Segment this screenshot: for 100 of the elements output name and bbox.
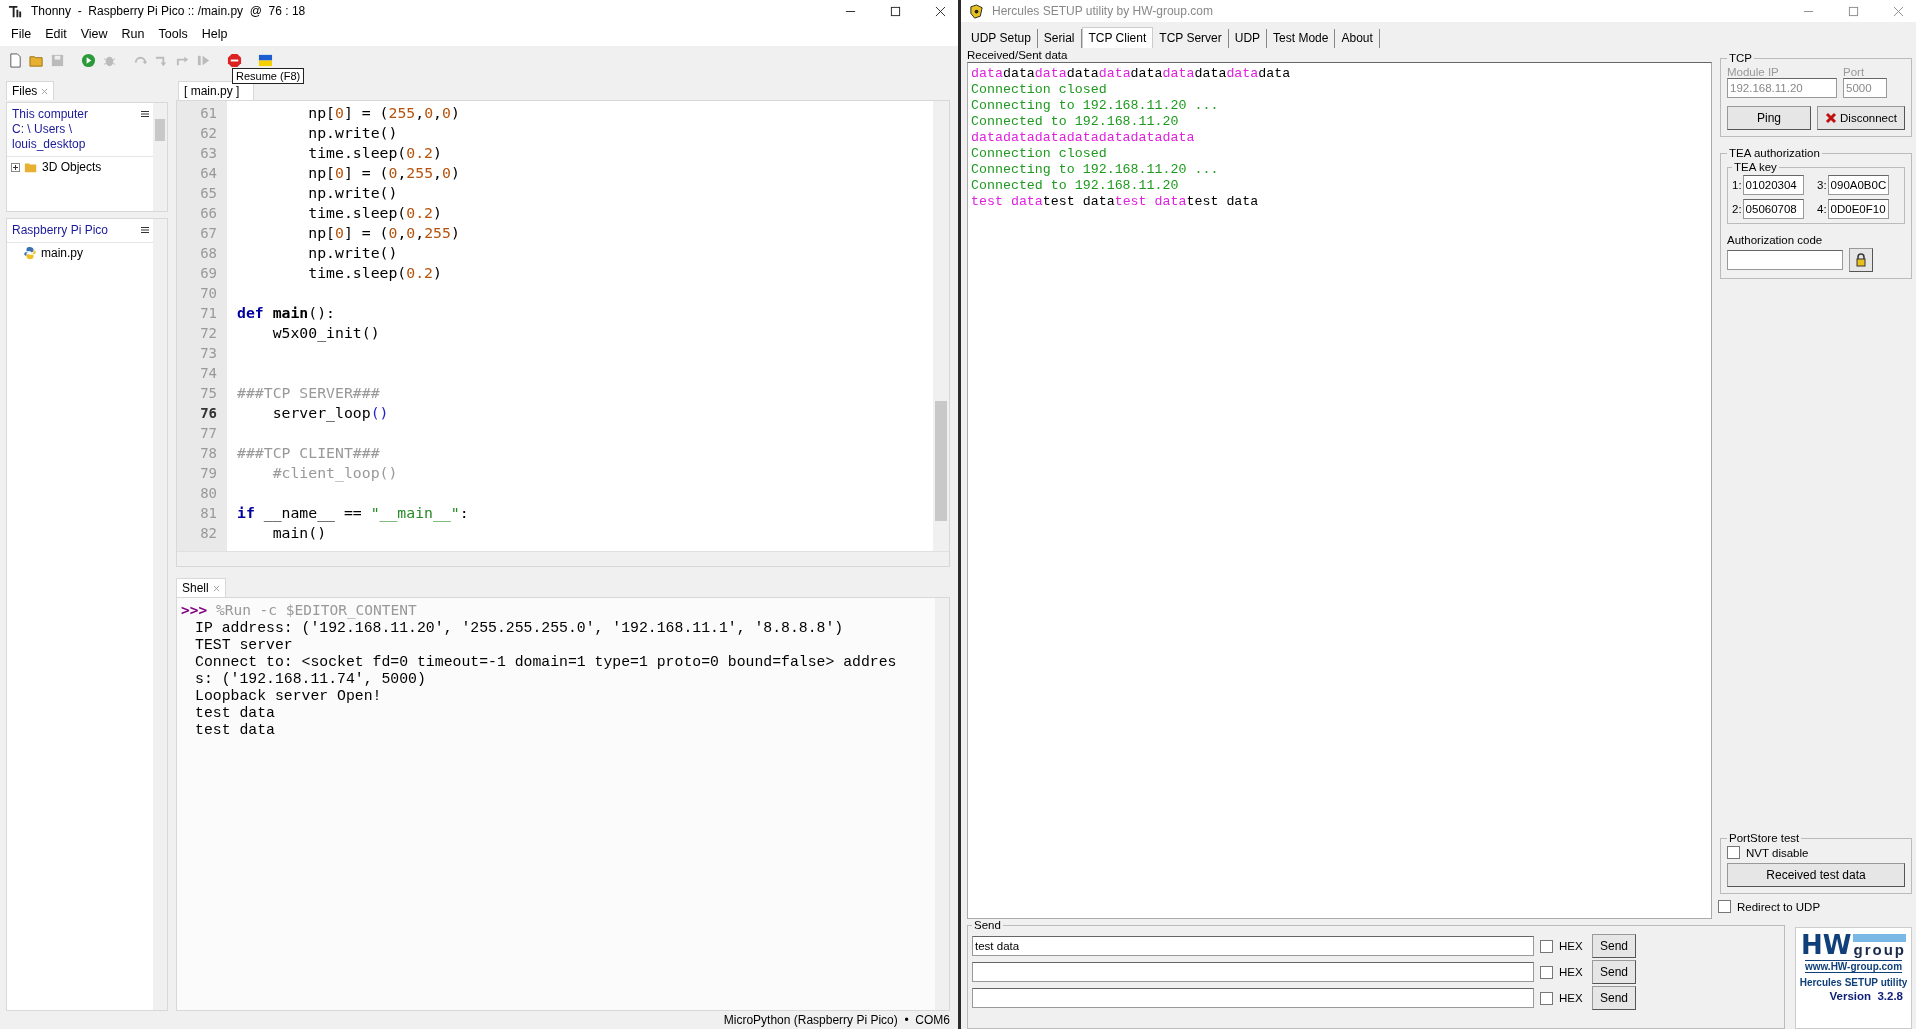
path-text[interactable]: louis_desktop <box>12 137 141 152</box>
flag-icon[interactable] <box>258 52 273 68</box>
shell-command: %Run -c $EDITOR_CONTENT <box>215 602 417 618</box>
menu-item[interactable]: File <box>4 27 39 41</box>
menu-item[interactable]: Tools <box>151 27 195 41</box>
code-line: #client_loop() <box>271 463 399 483</box>
shell-output: TEST server <box>194 637 294 654</box>
menu-item[interactable]: View <box>73 27 115 41</box>
stop-icon[interactable] <box>227 52 242 68</box>
scrollbar[interactable] <box>153 103 167 211</box>
key-field[interactable]: 0D0E0F10 <box>1827 199 1889 219</box>
key-index: 4: <box>1817 203 1827 215</box>
line-number: 78 <box>200 444 217 463</box>
log-line: test datatest datatest datatest data <box>971 194 1260 210</box>
tab[interactable]: TCP Client <box>1081 27 1154 48</box>
logo-text: group <box>1853 934 1906 958</box>
send-field[interactable] <box>972 962 1534 982</box>
code-line: ###TCP SERVER### <box>237 383 381 403</box>
run-icon[interactable] <box>81 52 96 68</box>
key-index: 3: <box>1817 179 1827 191</box>
group-legend: TEA key <box>1732 161 1779 173</box>
line-number: 73 <box>200 344 217 363</box>
line-number: 62 <box>200 124 217 143</box>
tab[interactable]: Test Mode <box>1267 29 1336 48</box>
field-label: Port <box>1843 66 1866 78</box>
menu-item[interactable]: Edit <box>38 27 74 41</box>
scrollbar[interactable] <box>933 101 949 551</box>
checkbox[interactable] <box>1540 965 1553 979</box>
logo-text: HW <box>1801 932 1852 958</box>
line-number: 65 <box>200 184 217 203</box>
checkbox[interactable] <box>1540 939 1553 953</box>
app-icon <box>8 3 23 19</box>
scrollbar-thumb[interactable] <box>155 119 165 141</box>
tab[interactable]: About <box>1335 29 1380 48</box>
key-field[interactable]: 05060708 <box>1742 199 1804 219</box>
checkbox[interactable] <box>1718 900 1731 913</box>
send-button[interactable]: Send <box>1592 960 1636 984</box>
new-file-icon[interactable] <box>8 52 23 68</box>
key-field[interactable]: 090A0B0C <box>1827 175 1889 195</box>
scrollbar-thumb[interactable] <box>935 401 947 521</box>
folder-name[interactable]: 3D Objects <box>42 160 102 174</box>
line-number: 64 <box>200 164 217 183</box>
line-number: 68 <box>200 244 217 263</box>
line-number: 81 <box>200 504 217 523</box>
authorization-field[interactable] <box>1727 250 1843 270</box>
path-text[interactable]: C: \ Users \ <box>12 122 141 137</box>
checkbox-label: HEX <box>1559 940 1583 952</box>
section-label: Received/Sent data <box>967 48 1069 62</box>
product-name: Hercules SETUP utility <box>1799 977 1908 988</box>
code-line: time.sleep(0.2) <box>307 143 443 163</box>
log-line: Connecting to 192.168.11.20 ... <box>971 98 1220 114</box>
tab[interactable]: TCP Server <box>1153 29 1229 48</box>
menu-item[interactable]: Help <box>194 27 235 41</box>
menu-icon[interactable] <box>141 226 149 234</box>
checkbox-label: HEX <box>1559 966 1583 978</box>
files-tab[interactable]: Files <box>6 81 55 100</box>
checkbox[interactable] <box>1727 846 1740 859</box>
menu-icon[interactable] <box>141 110 149 118</box>
line-number: 69 <box>200 264 217 283</box>
python-file-icon <box>23 246 37 260</box>
checkbox[interactable] <box>1540 991 1553 1005</box>
code-line: server_loop() <box>271 403 390 423</box>
menu-item[interactable]: Run <box>114 27 152 41</box>
send-field[interactable] <box>972 988 1534 1008</box>
send-field[interactable]: test data <box>972 936 1534 956</box>
tab[interactable]: UDP Setup <box>965 29 1038 48</box>
group-legend: Send <box>972 919 1003 931</box>
tab[interactable]: UDP <box>1228 29 1268 48</box>
status-text: MicroPython (Raspberry Pi Pico) • COM6 <box>723 1013 950 1027</box>
checkbox-label: NVT disable <box>1746 846 1809 859</box>
code-line: np.write() <box>307 243 399 263</box>
lock-button[interactable] <box>1849 248 1873 272</box>
scrollbar[interactable] <box>935 598 949 1010</box>
tab[interactable]: Serial <box>1037 29 1082 48</box>
send-button[interactable]: Send <box>1592 986 1636 1010</box>
shell-output: test data <box>194 705 276 722</box>
location-heading[interactable]: Raspberry Pi Pico <box>12 223 141 238</box>
shell-output: Loopback server Open! <box>194 688 383 705</box>
maximize-icon[interactable] <box>890 5 901 17</box>
received-test-data-button[interactable]: Received test data <box>1727 863 1905 887</box>
code-line: ###TCP CLIENT### <box>237 443 381 463</box>
key-field[interactable]: 01020304 <box>1742 175 1804 195</box>
file-name[interactable]: main.py <box>41 246 84 260</box>
shell-output: IP address: ('192.168.11.20', '255.255.255.0', '192.168.11.1', '8.8.8.8') <box>194 620 845 637</box>
version-text: Version 3.2.8 <box>1829 990 1904 1002</box>
send-button[interactable]: Send <box>1592 934 1636 958</box>
shell-output: s: ('192.168.11.74', 5000) <box>194 671 427 688</box>
editor-tab[interactable]: [ main.py ] <box>178 81 255 100</box>
line-number: 80 <box>200 484 217 503</box>
field-label: Module IP <box>1727 66 1780 78</box>
location-heading[interactable]: This computer <box>12 107 141 122</box>
group-legend: TCP <box>1727 52 1754 64</box>
shell-tab[interactable]: Shell <box>176 578 226 597</box>
horizontal-scrollbar[interactable] <box>177 551 949 566</box>
scrollbar[interactable] <box>153 219 167 1010</box>
close-icon[interactable] <box>935 5 946 17</box>
expand-icon[interactable] <box>11 162 20 172</box>
line-number: 74 <box>200 364 217 383</box>
line-number: 61 <box>200 104 217 123</box>
line-number: 72 <box>200 324 217 343</box>
